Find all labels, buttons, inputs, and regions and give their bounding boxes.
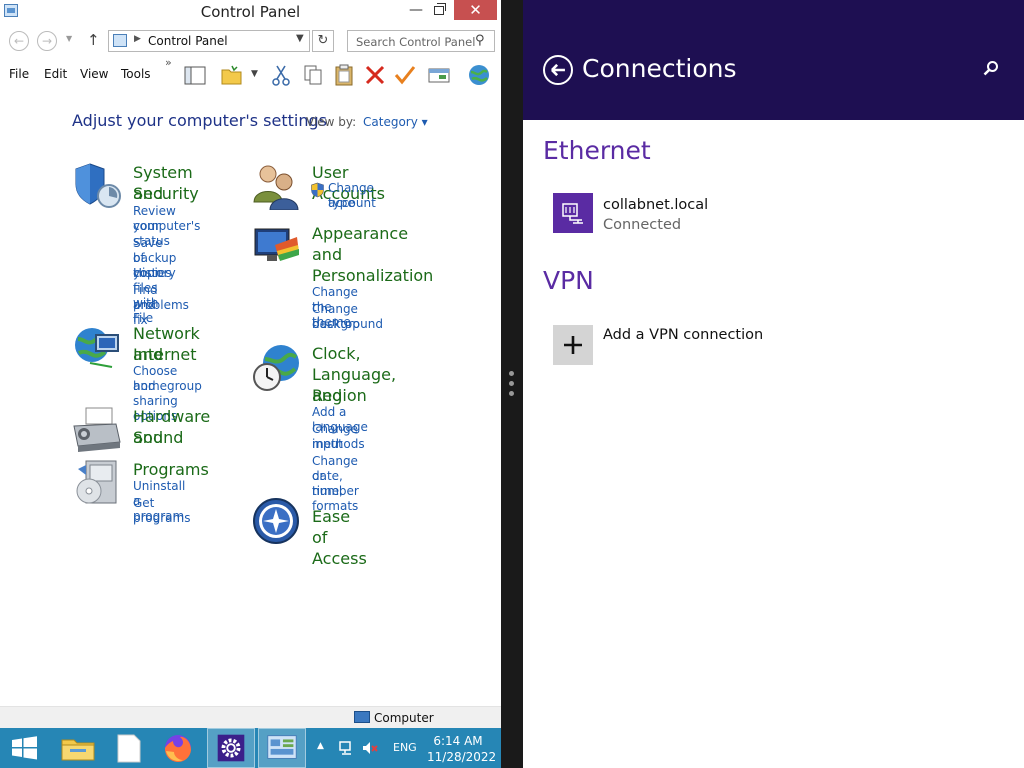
users-icon[interactable]	[251, 162, 301, 210]
find-fix-link[interactable]: problems	[133, 298, 189, 313]
up-button[interactable]: ↑	[87, 31, 100, 49]
menu-tools[interactable]: Tools	[121, 67, 151, 81]
computer-icon	[354, 711, 370, 723]
change-input-link[interactable]: methods	[312, 437, 365, 452]
search-icon[interactable]: ⚲	[475, 33, 485, 48]
properties-icon[interactable]	[427, 64, 451, 86]
change-account-type-link[interactable]: type	[328, 196, 355, 211]
paste-icon[interactable]	[332, 64, 356, 86]
layout-icon[interactable]	[183, 64, 207, 86]
checkmark-icon[interactable]	[393, 64, 417, 86]
get-programs-link[interactable]: Get programs	[133, 496, 190, 526]
backup-link[interactable]: History	[133, 266, 176, 281]
category-title[interactable]: Internet	[133, 344, 197, 365]
title-bar[interactable]: Control Panel — ✕	[0, 0, 501, 23]
pane-title: Connections	[582, 54, 737, 83]
view-by-dropdown[interactable]: Category ▾	[363, 115, 428, 129]
clock-date: 11/28/2022	[427, 750, 497, 764]
page-title: Adjust your computer's settings	[72, 111, 327, 130]
taskbar: ▲ ENG 6:14 AM 11/28/2022	[0, 728, 501, 768]
toolbar-overflow-icon[interactable]: »	[165, 56, 172, 69]
clock-time: 6:14 AM	[433, 734, 483, 748]
clock[interactable]: 6:14 AM 11/28/2022	[427, 733, 497, 765]
control-panel-taskbar-icon[interactable]	[258, 728, 306, 768]
status-text: Computer	[374, 711, 434, 725]
ethernet-connection-item[interactable]: collabnet.local Connected	[553, 193, 853, 237]
programs-icon[interactable]	[72, 459, 122, 507]
close-button[interactable]: ✕	[454, 0, 497, 20]
category-title[interactable]: Security	[133, 183, 199, 204]
status-bar: Computer	[0, 706, 501, 728]
ease-of-access-icon[interactable]	[251, 497, 301, 545]
firefox-icon[interactable]	[154, 728, 202, 768]
back-button[interactable]: ←	[9, 31, 29, 51]
snap-divider[interactable]	[501, 0, 523, 768]
category-title[interactable]: Personalization	[312, 265, 433, 286]
chevron-right-icon[interactable]: ▶	[134, 34, 141, 44]
search-input[interactable]: Search Control Panel ⚲	[347, 30, 495, 52]
category-title[interactable]: and	[312, 244, 342, 265]
address-field[interactable]: ▶ Control Panel ▼	[108, 30, 310, 52]
clock-globe-icon[interactable]	[251, 343, 301, 391]
category-title[interactable]: Sound	[133, 427, 183, 448]
address-bar: ← → ▼ ↑ ▶ Control Panel ▼ ↻ Search Contr…	[0, 28, 501, 55]
control-panel-window: Control Panel — ✕ ← → ▼ ↑ ▶ Control Pane…	[0, 0, 501, 728]
shield-icon[interactable]	[72, 162, 122, 210]
divider-grip-dot[interactable]	[509, 381, 514, 386]
category-title[interactable]: Programs	[133, 459, 209, 480]
uac-shield-icon	[311, 182, 324, 198]
show-hidden-icons-button[interactable]: ▲	[317, 741, 324, 751]
control-panel-content: Adjust your computer's settings View by:…	[0, 92, 501, 704]
recent-locations-button[interactable]: ▼	[66, 34, 72, 43]
address-text[interactable]: Control Panel	[148, 34, 228, 48]
divider-grip-dot[interactable]	[509, 391, 514, 396]
volume-muted-icon[interactable]	[362, 740, 378, 756]
ethernet-network-name: collabnet.local	[603, 197, 709, 213]
menu-edit[interactable]: Edit	[44, 67, 67, 81]
control-panel-icon	[113, 34, 127, 47]
plus-icon	[553, 325, 593, 365]
search-icon[interactable]	[983, 60, 999, 76]
add-vpn-connection-button[interactable]: Add a VPN connection	[553, 325, 853, 365]
category-title[interactable]: Ease of Access	[312, 506, 367, 569]
appearance-icon[interactable]	[251, 223, 301, 271]
start-windows-icon[interactable]	[0, 728, 48, 768]
globe-icon[interactable]	[467, 64, 491, 86]
printer-icon[interactable]	[72, 406, 122, 454]
menu-file[interactable]: File	[9, 67, 29, 81]
menu-bar: File Edit View Tools » ▼	[0, 56, 501, 90]
delete-icon[interactable]	[363, 64, 387, 86]
restore-button[interactable]	[425, 0, 453, 22]
connections-header: Connections	[523, 0, 1024, 120]
category-title[interactable]: Appearance	[312, 223, 408, 244]
vpn-section-header: VPN	[543, 266, 594, 295]
change-background-link[interactable]: background	[312, 317, 383, 332]
chevron-down-icon[interactable]: ▼	[296, 33, 304, 44]
input-language-indicator[interactable]: ENG	[393, 741, 417, 754]
forward-button[interactable]: →	[37, 31, 57, 51]
copy-icon[interactable]	[301, 64, 325, 86]
menu-view[interactable]: View	[80, 67, 108, 81]
folder-options-icon[interactable]	[220, 64, 244, 86]
add-vpn-label: Add a VPN connection	[603, 327, 764, 343]
connections-pane: Connections Ethernet collabnet.local Con…	[523, 0, 1024, 768]
back-arrow-icon[interactable]	[543, 55, 573, 85]
view-by-label: View by:	[306, 115, 357, 129]
network-globe-icon[interactable]	[72, 323, 122, 371]
ethernet-section-header: Ethernet	[543, 136, 651, 165]
divider-grip-dot[interactable]	[509, 371, 514, 376]
ethernet-icon	[553, 193, 593, 233]
category-title[interactable]: Clock,	[312, 343, 361, 364]
category-title[interactable]: Region	[312, 385, 367, 406]
refresh-button[interactable]: ↻	[312, 30, 334, 52]
ethernet-status: Connected	[603, 217, 682, 233]
settings-gear-icon[interactable]	[207, 728, 255, 768]
search-placeholder: Search Control Panel	[356, 35, 476, 49]
cut-icon[interactable]	[269, 64, 293, 86]
network-tray-icon[interactable]	[339, 740, 355, 756]
file-explorer-icon[interactable]	[54, 728, 102, 768]
blank-document-icon[interactable]	[104, 728, 152, 768]
